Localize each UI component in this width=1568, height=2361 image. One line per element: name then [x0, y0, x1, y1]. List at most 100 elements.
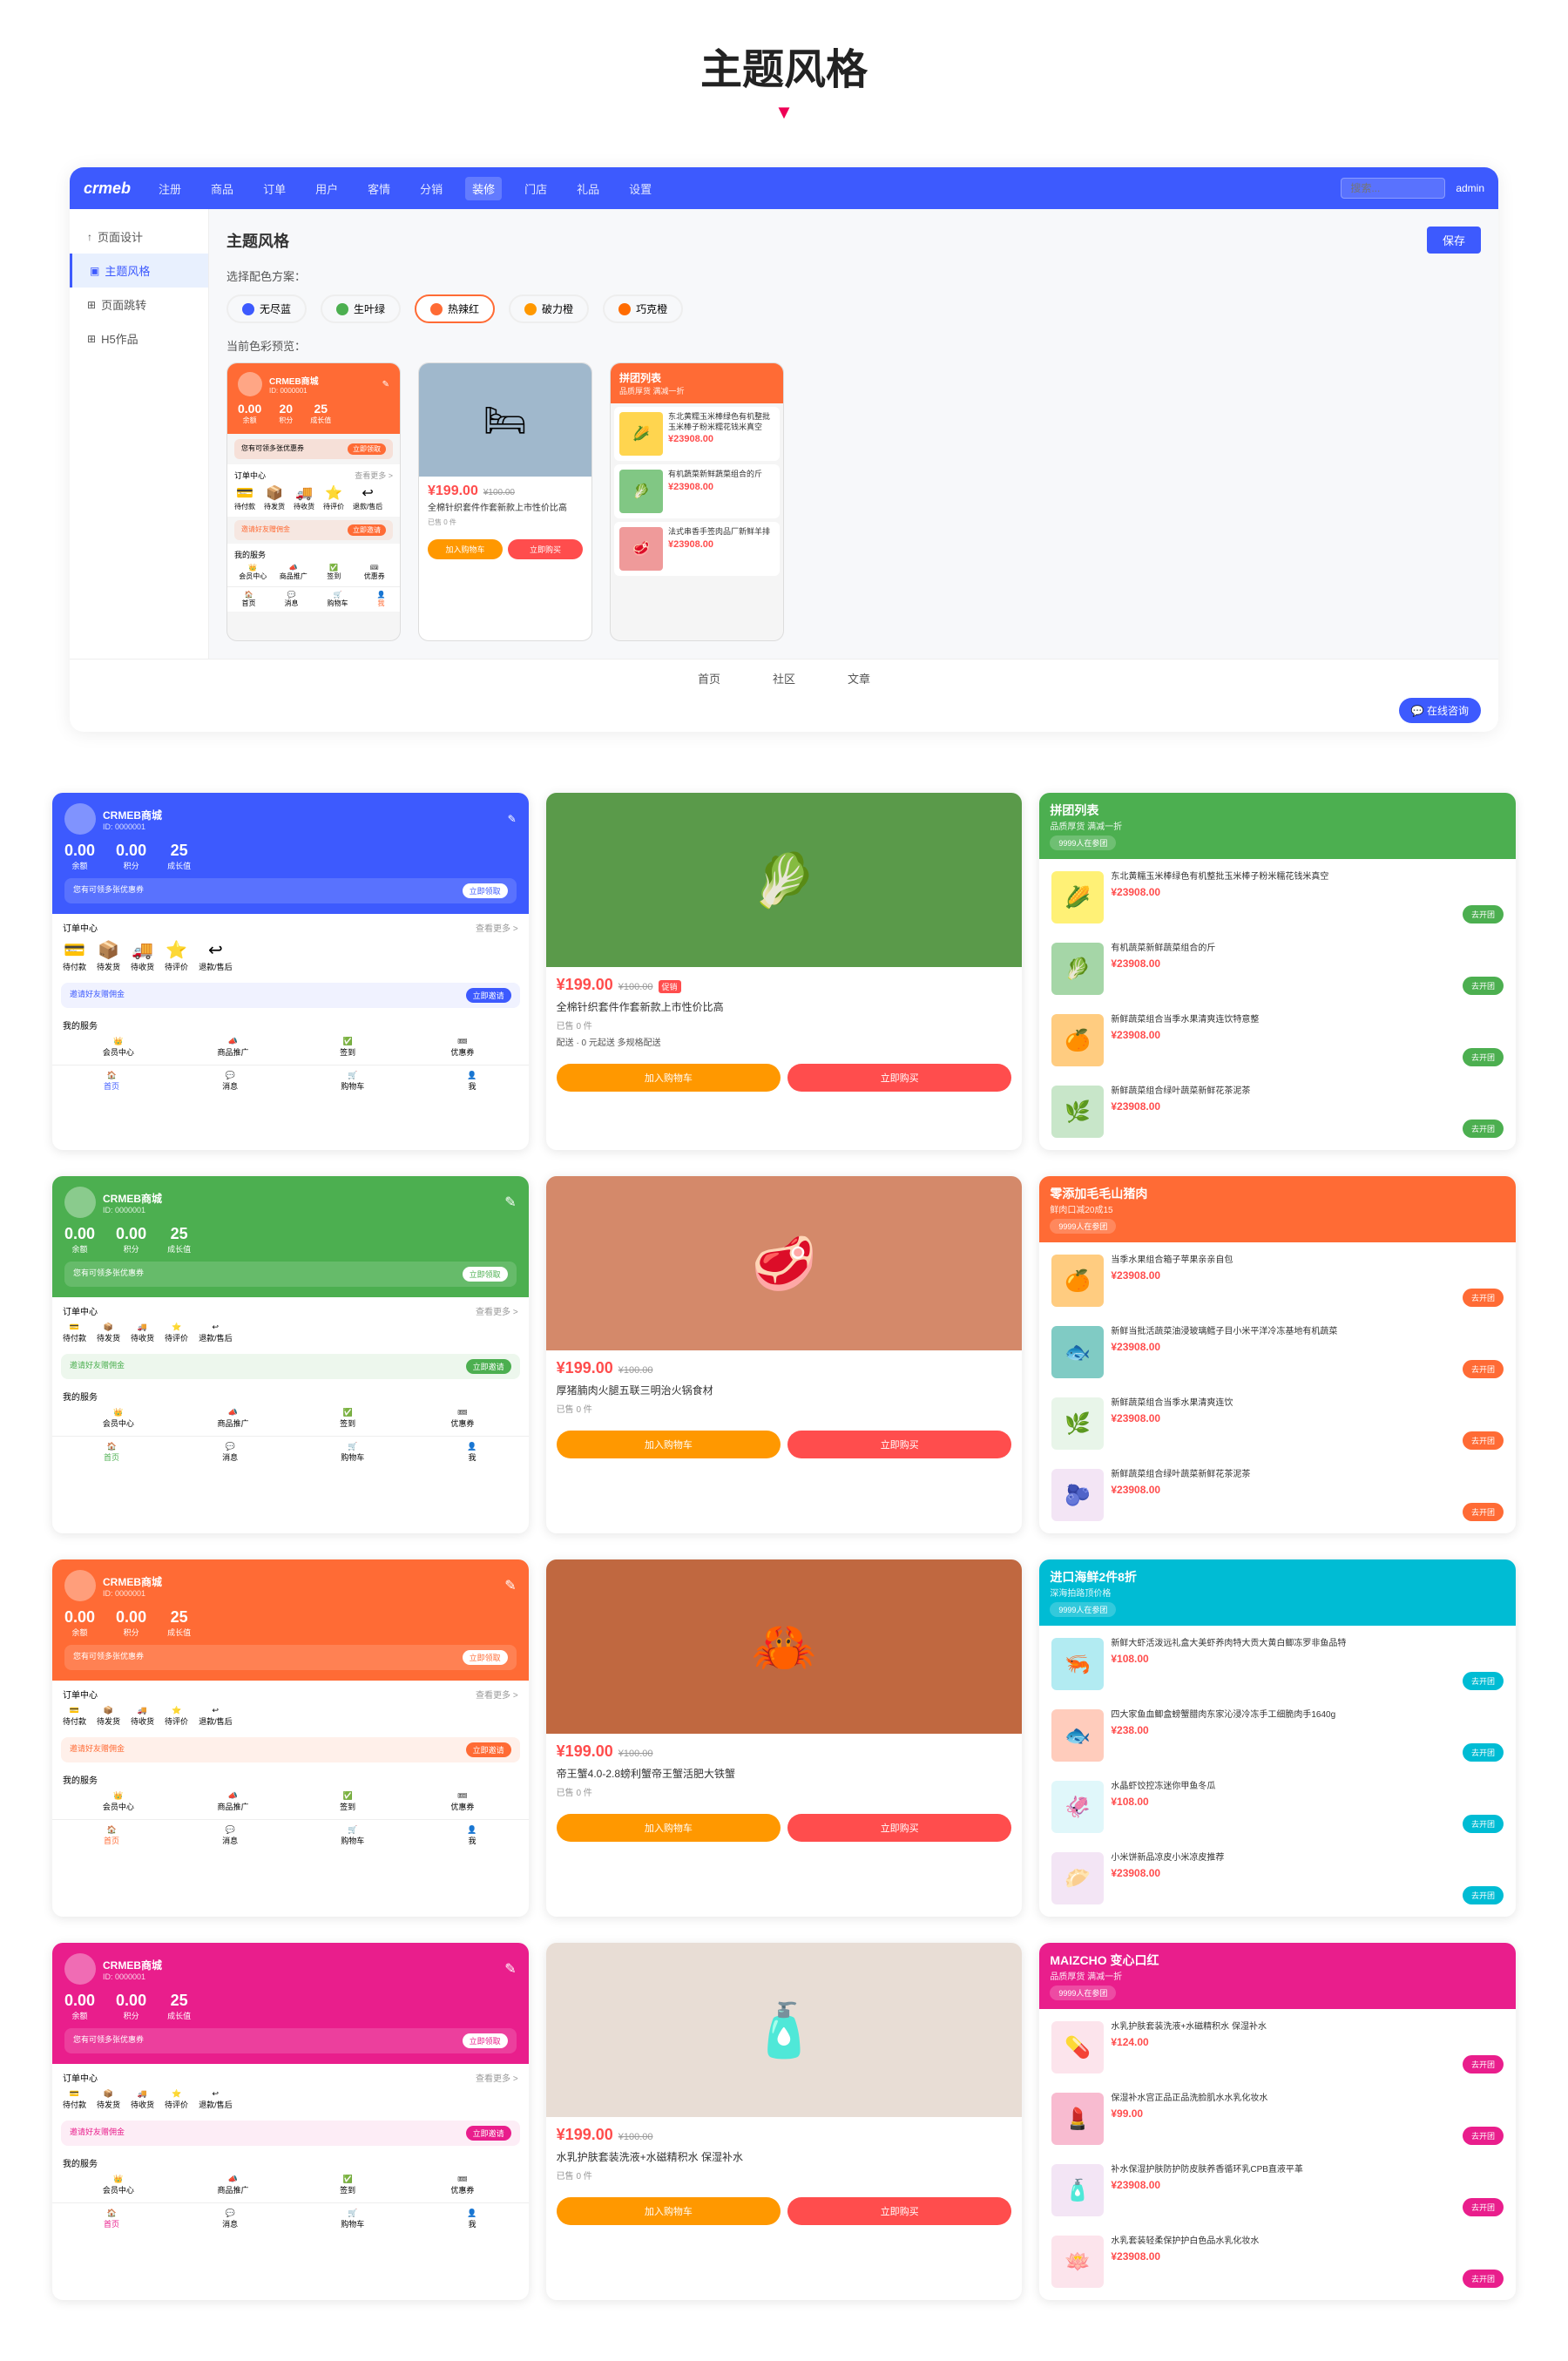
blue-order-3[interactable]: 🚚待收货: [131, 939, 154, 972]
bottom-nav-home[interactable]: 首页: [698, 670, 720, 687]
pink-ord-4[interactable]: ⭐待评价: [165, 2089, 188, 2110]
blue-nav-msg[interactable]: 💬消息: [222, 1071, 238, 1092]
coupon-btn[interactable]: 立即领取: [348, 443, 386, 455]
nav-item-decoration[interactable]: 装修: [465, 177, 502, 200]
save-button[interactable]: 保存: [1427, 227, 1481, 254]
add-cart-btn[interactable]: 加入购物车: [428, 539, 503, 559]
cyan-item-3-btn[interactable]: 去开团: [1463, 1815, 1504, 1833]
cyan-item-4-btn[interactable]: 去开团: [1463, 1886, 1504, 1904]
sidebar-item-theme[interactable]: ▣ 主题风格: [70, 254, 208, 288]
orange-svc-1[interactable]: 👑会员中心: [63, 1791, 174, 1812]
green-svc-2[interactable]: 📣商品推广: [178, 1408, 289, 1429]
nav-item-settings[interactable]: 设置: [622, 177, 659, 200]
orange-ord-3[interactable]: 🚚待收货: [131, 1706, 154, 1727]
blue-nav-home[interactable]: 🏠首页: [104, 1071, 119, 1092]
pork-cart-btn[interactable]: 加入购物车: [557, 1431, 781, 1458]
blue-invite-btn[interactable]: 立即邀请: [466, 988, 511, 1003]
green-nav-2[interactable]: 💬消息: [222, 1442, 238, 1463]
order-pending-receive[interactable]: 🚚待收货: [294, 484, 314, 511]
green-nav-3[interactable]: 🛒购物车: [341, 1442, 364, 1463]
orange-svc-2[interactable]: 📣商品推广: [178, 1791, 289, 1812]
service-checkin[interactable]: ✅签到: [315, 564, 353, 581]
bottom-nav-community[interactable]: 社区: [773, 670, 795, 687]
blue-nav-me[interactable]: 👤我: [467, 1071, 476, 1092]
green-svc-4[interactable]: 🎟优惠券: [407, 1408, 518, 1429]
cyan-edit[interactable]: ✎: [504, 1960, 516, 1978]
theme-option-orange[interactable]: 热辣红: [415, 294, 495, 323]
green-ord-5[interactable]: ↩退款/售后: [199, 1323, 233, 1343]
orange-ord-1[interactable]: 💳待付款: [63, 1706, 86, 1727]
blue-svc-2[interactable]: 📣商品推广: [178, 1037, 289, 1058]
invite-btn[interactable]: 立即邀请: [348, 524, 386, 536]
green-coupon-btn[interactable]: 立即领取: [463, 1267, 508, 1282]
orange-nav-3[interactable]: 🛒购物车: [341, 1825, 364, 1846]
orange-edit[interactable]: ✎: [504, 1577, 516, 1594]
blue-svc-3[interactable]: ✅签到: [292, 1037, 403, 1058]
green-ord-3[interactable]: 🚚待收货: [131, 1323, 154, 1343]
orange-item-4-btn[interactable]: 去开团: [1463, 1503, 1504, 1521]
blue-order-1[interactable]: 💳待付款: [63, 939, 86, 972]
orange-item-1-btn[interactable]: 去开团: [1463, 1289, 1504, 1307]
pink-svc-4[interactable]: 🎟优惠券: [407, 2175, 518, 2195]
sidebar-item-h5[interactable]: ⊞ H5作品: [70, 321, 208, 355]
green-invite-btn[interactable]: 立即邀请: [466, 1359, 511, 1374]
orange-nav-4[interactable]: 👤我: [467, 1825, 476, 1846]
theme-option-pink[interactable]: 巧克橙: [603, 294, 683, 323]
bottom-nav-msg[interactable]: 💬消息: [285, 591, 299, 608]
nav-item-products[interactable]: 商品: [204, 177, 240, 200]
sidebar-item-jump[interactable]: ⊞ 页面跳转: [70, 288, 208, 321]
admin-search-input[interactable]: [1341, 178, 1445, 199]
veggie-cart-btn[interactable]: 加入购物车: [557, 1064, 781, 1092]
nav-item-gift[interactable]: 礼品: [570, 177, 606, 200]
nav-item-store[interactable]: 门店: [517, 177, 554, 200]
green-nav-4[interactable]: 👤我: [467, 1442, 476, 1463]
bottom-nav-me[interactable]: 👤我: [377, 591, 386, 608]
pink-item-4-btn[interactable]: 去开团: [1463, 2270, 1504, 2288]
pink-ord-more[interactable]: 查看更多 >: [476, 2071, 518, 2084]
green-svc-1[interactable]: 👑会员中心: [63, 1408, 174, 1429]
green-ord-more[interactable]: 查看更多 >: [476, 1304, 518, 1317]
skincare-cart-btn[interactable]: 加入购物车: [557, 2197, 781, 2225]
skincare-buy-btn[interactable]: 立即购买: [787, 2197, 1011, 2225]
pink-item-2-btn[interactable]: 去开团: [1463, 2127, 1504, 2145]
orange-item-2-btn[interactable]: 去开团: [1463, 1360, 1504, 1378]
bottom-nav-article[interactable]: 文章: [848, 670, 870, 687]
nav-item-distribution[interactable]: 分销: [413, 177, 449, 200]
orange-invite-btn[interactable]: 立即邀请: [466, 1742, 511, 1757]
online-chat-btn[interactable]: 💬 在线咨询: [1399, 698, 1481, 723]
pink-ord-5[interactable]: ↩退款/售后: [199, 2089, 233, 2110]
pink-nav-3[interactable]: 🛒购物车: [341, 2209, 364, 2229]
pink-nav-4[interactable]: 👤我: [467, 2209, 476, 2229]
bottom-nav-cart[interactable]: 🛒购物车: [328, 591, 348, 608]
order-refund[interactable]: ↩退款/售后: [353, 484, 382, 511]
green-ord-4[interactable]: ⭐待评价: [165, 1323, 188, 1343]
pink-item-3-btn[interactable]: 去开团: [1463, 2198, 1504, 2216]
pink-svc-1[interactable]: 👑会员中心: [63, 2175, 174, 2195]
pork-buy-btn[interactable]: 立即购买: [787, 1431, 1011, 1458]
veggie-buy-btn[interactable]: 立即购买: [787, 1064, 1011, 1092]
green-item-2-btn[interactable]: 去开团: [1463, 977, 1504, 995]
crab-buy-btn[interactable]: 立即购买: [787, 1814, 1011, 1842]
nav-item-users[interactable]: 用户: [308, 177, 345, 200]
orange-nav-2[interactable]: 💬消息: [222, 1825, 238, 1846]
pink-invite-btn[interactable]: 立即邀请: [466, 2126, 511, 2141]
order-pending-review[interactable]: ⭐待评价: [323, 484, 344, 511]
pink-item-1-btn[interactable]: 去开团: [1463, 2055, 1504, 2073]
nav-item-orders[interactable]: 订单: [256, 177, 293, 200]
orange-ord-2[interactable]: 📦待发货: [97, 1706, 120, 1727]
blue-nav-cart[interactable]: 🛒购物车: [341, 1071, 364, 1092]
orange-ord-5[interactable]: ↩退款/售后: [199, 1706, 233, 1727]
blue-edit[interactable]: ✎: [508, 813, 517, 825]
theme-option-cyan[interactable]: 破力橙: [509, 294, 589, 323]
pink-ord-2[interactable]: 📦待发货: [97, 2089, 120, 2110]
blue-order-4[interactable]: ⭐待评价: [165, 939, 188, 972]
blue-coupon-btn[interactable]: 立即领取: [463, 883, 508, 898]
nav-item-customer[interactable]: 客情: [361, 177, 397, 200]
pink-ord-3[interactable]: 🚚待收货: [131, 2089, 154, 2110]
green-edit[interactable]: ✎: [504, 1194, 516, 1211]
pink-nav-1[interactable]: 🏠首页: [104, 2209, 119, 2229]
order-pending-ship[interactable]: 📦待发货: [264, 484, 285, 511]
cyan-item-1-btn[interactable]: 去开团: [1463, 1672, 1504, 1690]
green-svc-3[interactable]: ✅签到: [292, 1408, 403, 1429]
order-more[interactable]: 查看更多 >: [355, 470, 393, 481]
